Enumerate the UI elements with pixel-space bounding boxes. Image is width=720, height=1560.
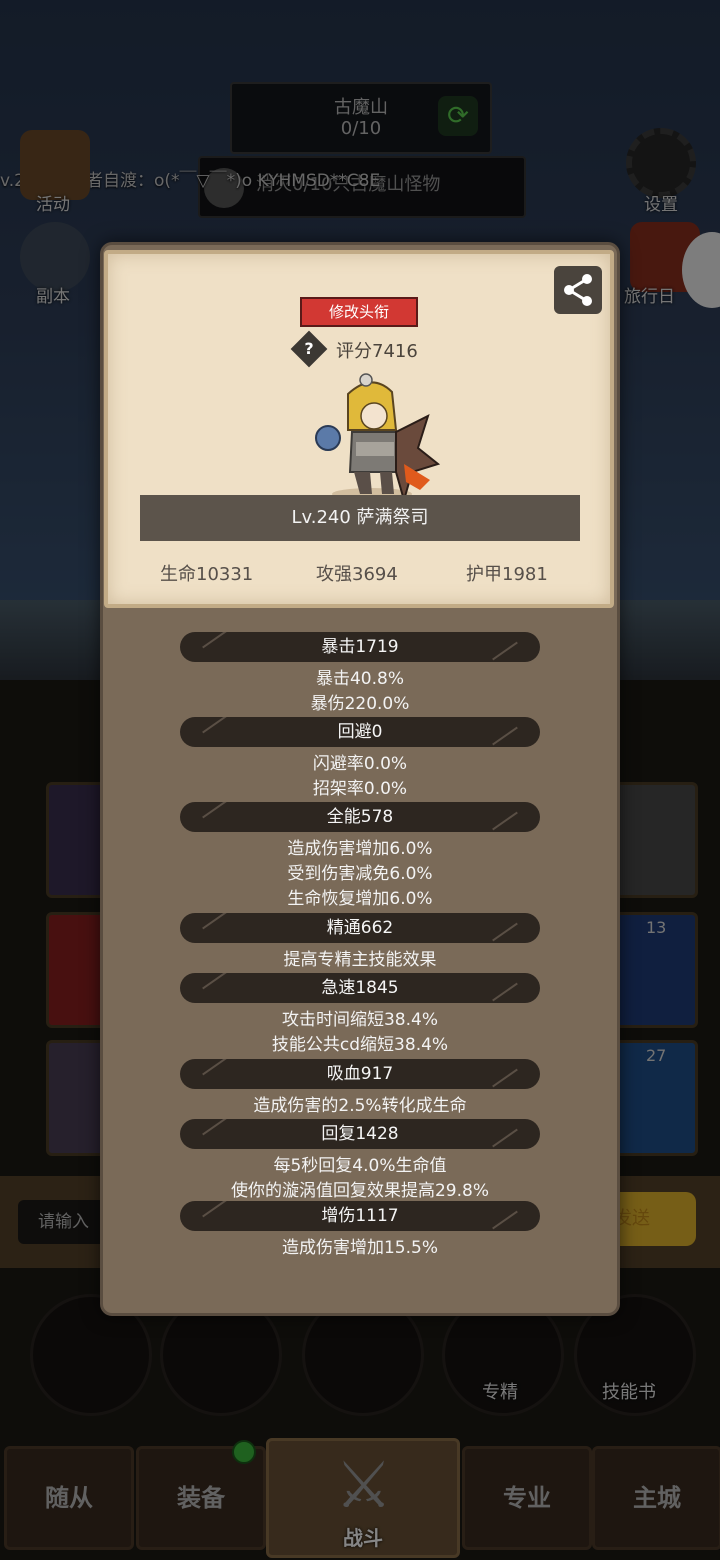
stat-header-dodge: 回避0 [180, 717, 540, 747]
level-name-bar: Lv.240 萨满祭司 [140, 495, 580, 541]
stat-header-regen: 回复1428 [180, 1119, 540, 1149]
stat-detail: 技能公共cd缩短38.4% [271, 1035, 449, 1055]
stat-detail: 提高专精主技能效果 [283, 950, 437, 970]
stat-header-haste: 急速1845 [180, 973, 540, 1003]
stat-header-crit: 暴击1719 [180, 632, 540, 662]
stat-detail: 每5秒回复4.0%生命值 [273, 1156, 447, 1176]
stat-detail: 招架率0.0% [312, 779, 408, 799]
character-avatar [315, 373, 441, 502]
stat-detail: 暴击40.8% [315, 669, 404, 689]
stat-header-versatility: 全能578 [180, 802, 540, 832]
score-value: 评分7416 [336, 341, 418, 362]
share-icon [564, 274, 592, 306]
hp-stat: 生命10331 [160, 564, 254, 585]
share-button[interactable] [554, 266, 602, 314]
stat-detail: 生命恢复增加6.0% [287, 889, 433, 909]
stat-detail: 造成伤害的2.5%转化成生命 [253, 1096, 467, 1116]
armor-stat: 护甲1981 [466, 564, 548, 585]
stat-detail: 造成伤害增加6.0% [287, 839, 433, 859]
stat-detail: 受到伤害减免6.0% [287, 864, 433, 884]
stat-header-lifesteal: 吸血917 [180, 1059, 540, 1089]
attack-stat: 攻强3694 [316, 564, 398, 585]
stat-detail: 攻击时间缩短38.4% [281, 1010, 438, 1030]
stat-header-damage-boost: 增伤1117 [180, 1201, 540, 1231]
stat-detail: 造成伤害增加15.5% [281, 1238, 438, 1258]
change-title-button[interactable]: 修改头衔 [300, 297, 418, 327]
stat-detail: 闪避率0.0% [312, 754, 408, 774]
help-icon-mark: ? [304, 339, 314, 358]
stat-detail: 暴伤220.0% [310, 694, 410, 714]
stat-detail: 使你的漩涡值回复效果提高29.8% [230, 1181, 489, 1201]
stat-header-mastery: 精通662 [180, 913, 540, 943]
